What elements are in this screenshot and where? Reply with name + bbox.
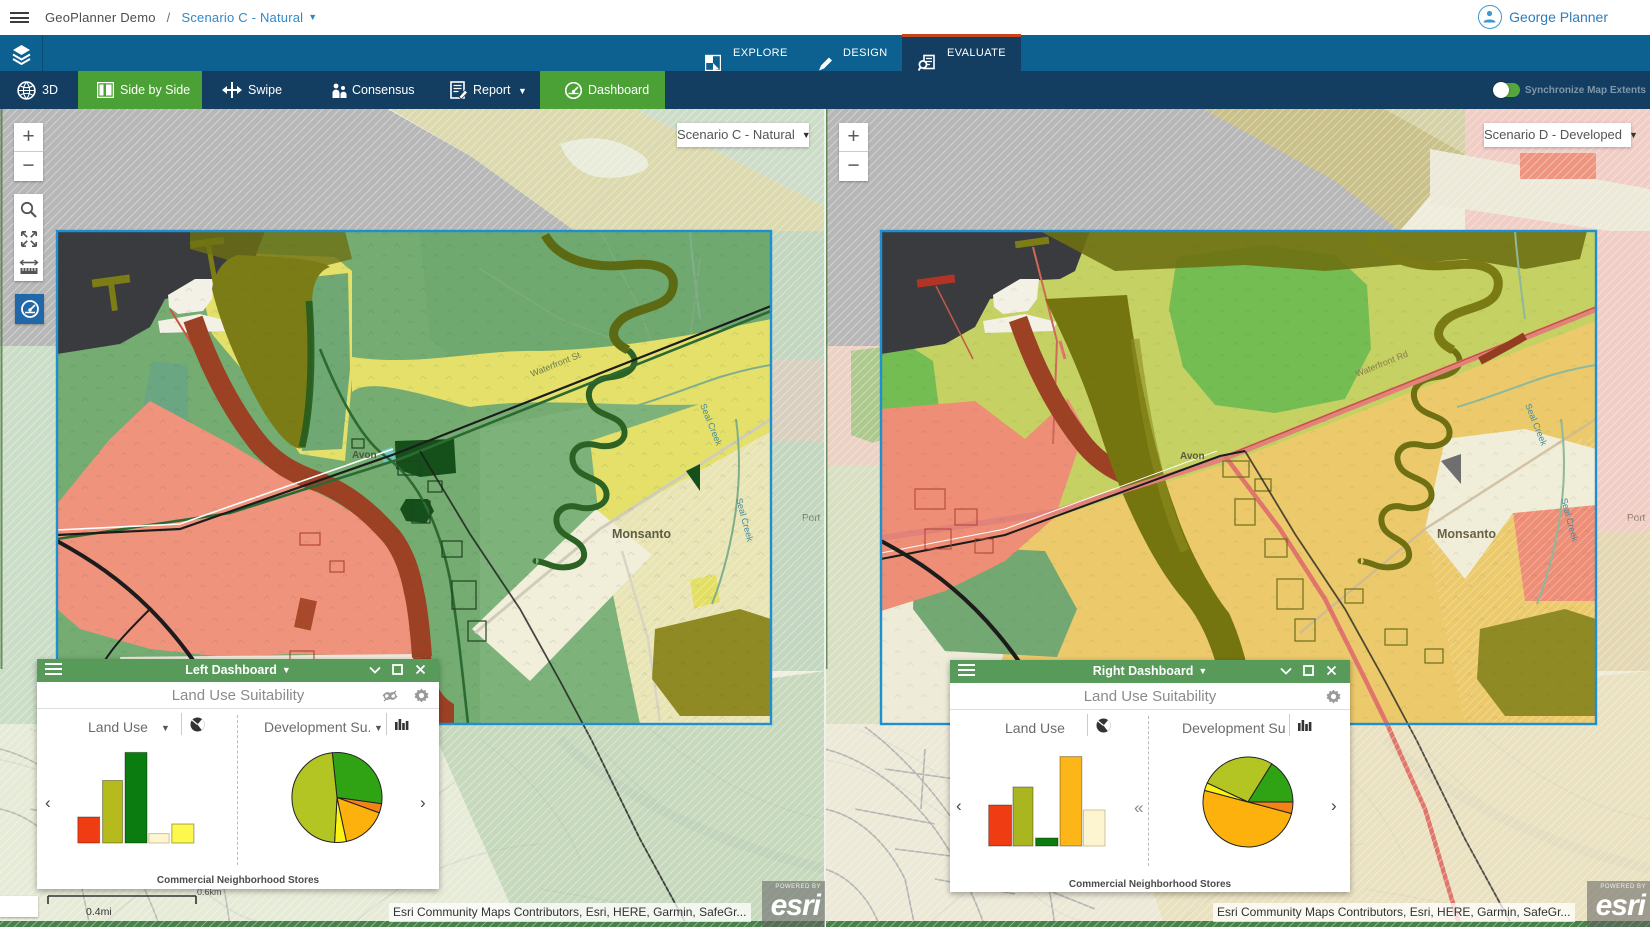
svg-text:0.4mi: 0.4mi	[86, 906, 112, 918]
